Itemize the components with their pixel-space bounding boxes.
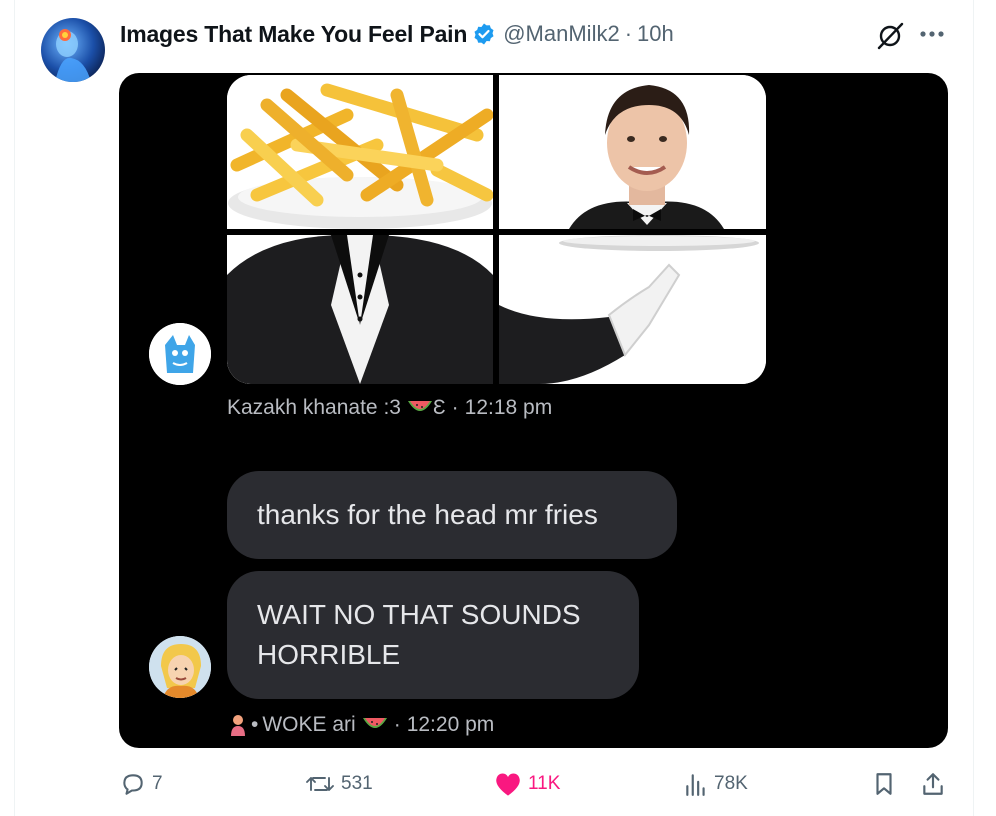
share-button[interactable] xyxy=(920,762,952,806)
author-name[interactable]: Images That Make You Feel Pain xyxy=(120,21,467,48)
message-bubble-2: WAIT NO THAT SOUNDS HORRIBLE xyxy=(227,571,639,699)
reply-time: 12:18 pm xyxy=(464,396,553,419)
repost-button[interactable]: 531 xyxy=(305,762,373,806)
share-icon xyxy=(923,773,943,795)
reply-avatar xyxy=(149,636,211,698)
reply-time: 12:20 pm xyxy=(406,713,495,736)
message-bubble-1: thanks for the head mr fries xyxy=(227,471,677,559)
watermelon-icon xyxy=(407,399,433,417)
separator: · xyxy=(624,21,633,46)
bookmark-icon xyxy=(876,773,892,795)
more-icon[interactable] xyxy=(914,18,950,50)
meme-grid xyxy=(227,75,766,384)
author-avatar[interactable] xyxy=(41,18,105,82)
reply-meta-2: • WOKE ari · 12:20 pm xyxy=(229,713,494,737)
like-icon xyxy=(496,773,520,796)
post-media-image[interactable]: Kazakh khanate :3 Ɛ · 12:18 pm thanks fo… xyxy=(119,73,948,748)
views-count: 78K xyxy=(714,773,748,794)
reply-icon xyxy=(123,774,143,795)
person-emoji-icon xyxy=(229,714,247,736)
post-header: Images That Make You Feel Pain @ManMilk2… xyxy=(120,18,674,50)
suit-panel xyxy=(227,235,493,384)
like-count: 11K xyxy=(528,773,561,794)
message-text: WAIT NO THAT SOUNDS HORRIBLE xyxy=(257,599,581,670)
author-handle[interactable]: @ManMilk2 xyxy=(503,21,619,47)
dot-separator: · xyxy=(393,713,401,736)
message-text: thanks for the head mr fries xyxy=(257,499,598,530)
post-timestamp[interactable]: 10h xyxy=(637,21,674,47)
dot-separator: · xyxy=(451,396,459,419)
reply-author-name: WOKE ari xyxy=(262,713,356,736)
reply-avatar xyxy=(149,323,211,385)
watermelon-icon xyxy=(362,716,388,734)
reply-author-name: Kazakh khanate :3 xyxy=(227,396,401,419)
repost-icon xyxy=(306,777,334,791)
reply-author-suffix: Ɛ xyxy=(432,396,446,419)
like-button[interactable]: 11K xyxy=(494,762,560,806)
timeline-border-right xyxy=(973,0,974,816)
repost-count: 531 xyxy=(341,773,373,794)
bookmark-button[interactable] xyxy=(872,762,902,806)
views-button[interactable]: 78K xyxy=(684,762,748,806)
timeline-border-left xyxy=(14,0,15,816)
reply-count: 7 xyxy=(152,773,163,794)
verified-icon[interactable] xyxy=(472,22,496,46)
fries-panel xyxy=(227,75,493,229)
waiter-face-panel xyxy=(499,75,766,229)
action-bar: 7 531 11K 78K xyxy=(0,762,996,806)
tray-panel xyxy=(499,235,766,384)
views-icon xyxy=(686,774,705,796)
reply-meta-1: Kazakh khanate :3 Ɛ · 12:18 pm xyxy=(227,396,552,420)
grok-icon[interactable] xyxy=(872,18,908,54)
reply-button[interactable]: 7 xyxy=(120,762,163,806)
bullet: • xyxy=(251,713,259,736)
